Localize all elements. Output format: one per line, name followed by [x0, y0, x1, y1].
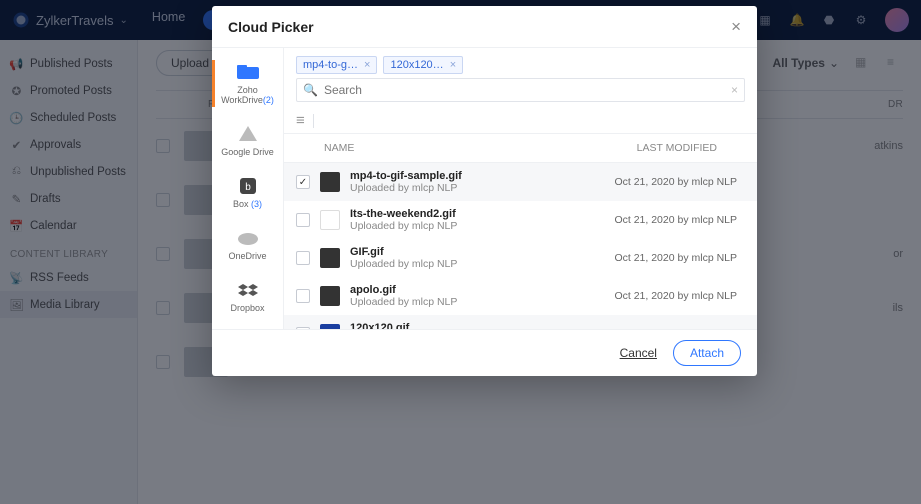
file-row[interactable]: apolo.gifUploaded by mlcp NLP Oct 21, 20…: [284, 277, 757, 315]
col-modified: LAST MODIFIED: [637, 142, 717, 154]
file-picker-pane: mp4-to-g…× 120x120…× 🔍 × ≡ NAME LAST MOD…: [284, 48, 757, 329]
file-type-icon: [320, 248, 340, 268]
modal-header: Cloud Picker ×: [212, 6, 757, 47]
cloud-sources: Zoho WorkDrive(2) Google Drive b Box (3)…: [212, 48, 284, 329]
google-drive-icon: [235, 124, 261, 144]
file-checkbox[interactable]: [296, 213, 310, 227]
selected-chips: mp4-to-g…× 120x120…×: [284, 48, 757, 78]
divider: [313, 114, 314, 128]
svg-text:b: b: [245, 182, 251, 193]
file-list: mp4-to-gif-sample.gifUploaded by mlcp NL…: [284, 163, 757, 329]
chip-remove-icon[interactable]: ×: [450, 59, 456, 71]
box-icon: b: [235, 176, 261, 196]
breadcrumb-row: ≡: [284, 108, 757, 133]
file-type-icon: [320, 286, 340, 306]
search-icon: 🔍: [303, 83, 318, 97]
file-checkbox[interactable]: [296, 251, 310, 265]
source-zoho-workdrive[interactable]: Zoho WorkDrive(2): [212, 58, 283, 109]
file-row[interactable]: mp4-to-gif-sample.gifUploaded by mlcp NL…: [284, 163, 757, 201]
cancel-button[interactable]: Cancel: [620, 346, 657, 360]
file-checkbox[interactable]: [296, 175, 310, 189]
source-onedrive[interactable]: OneDrive: [212, 224, 283, 265]
file-row[interactable]: Its-the-weekend2.gifUploaded by mlcp NLP…: [284, 201, 757, 239]
chip-remove-icon[interactable]: ×: [364, 59, 370, 71]
cloud-picker-modal: Cloud Picker × Zoho WorkDrive(2) Google …: [212, 6, 757, 376]
modal-footer: Cancel Attach: [212, 329, 757, 376]
chip[interactable]: 120x120…×: [383, 56, 463, 74]
file-list-header: NAME LAST MODIFIED: [284, 133, 757, 163]
close-icon[interactable]: ×: [731, 18, 741, 35]
file-type-icon: [320, 172, 340, 192]
file-row[interactable]: GIF.gifUploaded by mlcp NLP Oct 21, 2020…: [284, 239, 757, 277]
attach-button[interactable]: Attach: [673, 340, 741, 366]
source-box[interactable]: b Box (3): [212, 172, 283, 213]
file-row[interactable]: 120x120.gifUploaded by mlcp NLP Oct 21, …: [284, 315, 757, 329]
search-input[interactable]: [324, 83, 725, 97]
zoho-workdrive-icon: [235, 62, 261, 82]
dropbox-icon: [235, 280, 261, 300]
source-dropbox[interactable]: Dropbox: [212, 276, 283, 317]
source-google-drive[interactable]: Google Drive: [212, 120, 283, 161]
file-checkbox[interactable]: [296, 289, 310, 303]
clear-icon[interactable]: ×: [731, 83, 738, 97]
file-type-icon: [320, 210, 340, 230]
onedrive-icon: [235, 228, 261, 248]
modal-title: Cloud Picker: [228, 19, 314, 35]
search-field[interactable]: 🔍 ×: [296, 78, 745, 102]
col-name: NAME: [324, 142, 637, 154]
chip[interactable]: mp4-to-g…×: [296, 56, 377, 74]
hamburger-icon[interactable]: ≡: [296, 112, 305, 129]
